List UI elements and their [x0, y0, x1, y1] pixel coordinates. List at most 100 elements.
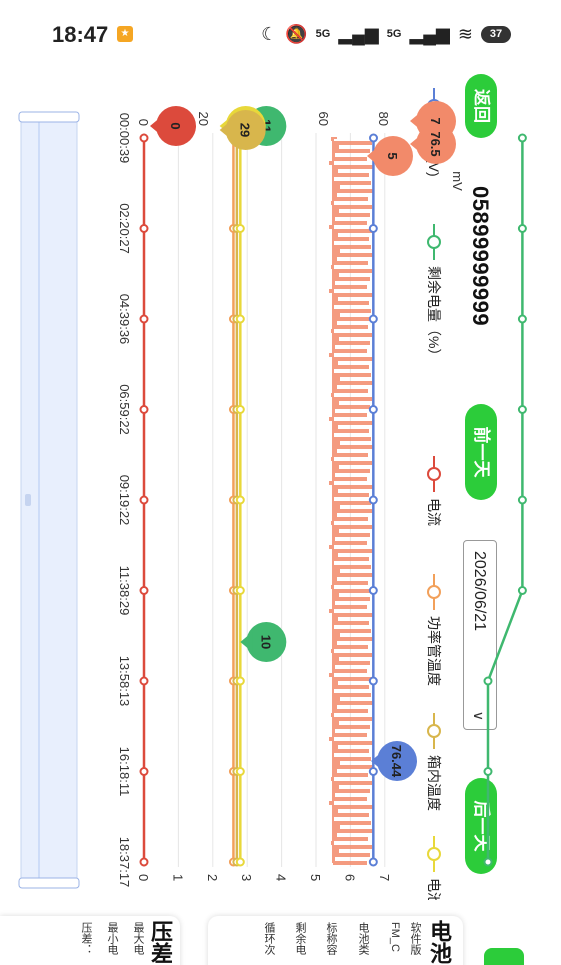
marker-label: 7: [428, 117, 443, 124]
rotated-chart-page: 返回 05899999999 前一天 2026/06/21 ∨ 后一天 电压(V…: [0, 66, 527, 965]
right-axis-tick: 2: [205, 874, 220, 881]
data-point: [483, 767, 493, 776]
marker-label: 29: [238, 123, 253, 137]
battery-card-title: 电池: [427, 920, 452, 964]
data-point: [369, 133, 378, 143]
data-point: [139, 586, 149, 595]
left-axis-tick: 60: [316, 112, 331, 126]
x-axis-tick: 16:18:11: [117, 747, 132, 797]
series-line: [486, 138, 524, 862]
marker-box-temp: 29: [219, 110, 266, 150]
data-point: [483, 676, 493, 686]
data-point: [517, 133, 527, 143]
battery-card-line: 剩余电: [294, 922, 306, 955]
data-point: [368, 857, 378, 867]
battery-card-line: 软件版: [409, 922, 421, 955]
data-point: [139, 314, 149, 324]
line-chart: 020406080mV0123456700:00:3902:20:2704:39…: [18, 101, 527, 889]
data-point: [483, 857, 493, 867]
right-axis-tick: 5: [308, 874, 323, 881]
data-point: [368, 495, 378, 505]
data-point: [139, 676, 149, 686]
battery-card-line: 循环次: [263, 922, 275, 955]
pressure-info-card: 压差 最大电 最小电 压差：: [0, 916, 180, 965]
navigator-handle-left: [18, 111, 80, 123]
data-point: [517, 495, 527, 505]
marker-tail: [240, 632, 253, 652]
data-point: [139, 495, 149, 505]
data-point: [235, 314, 245, 324]
x-axis-tick: 09:19:22: [117, 475, 132, 526]
left-axis-tick: 80: [376, 112, 391, 126]
status-bar: 18:47 ★ ☾ 🔕 5G ▂▄▆ 5G ▂▄▆ ≋ 37: [0, 0, 561, 66]
data-point: [235, 405, 245, 414]
data-point: [139, 224, 149, 233]
signal-5g-icon-2: 5G: [386, 28, 402, 40]
signal-bars-icon-2: ▂▄▆: [409, 23, 450, 44]
marker-label: 5: [385, 152, 400, 159]
battery-card-line: FM_C: [389, 922, 401, 952]
pressure-card-line: 最大电: [132, 922, 144, 955]
signal-5g-icon: 5G: [315, 28, 331, 40]
system-icons: ☾ 🔕 5G ▂▄▆ 5G ▂▄▆ ≋ 37: [261, 22, 511, 46]
mute-icon: 🔕: [285, 23, 308, 44]
left-axis-unit: mV: [450, 171, 465, 191]
data-point: [368, 767, 378, 776]
navigator-handle-right: [18, 877, 80, 889]
battery-info-card: 电池 软件版 FM_C 电池类 标称容 剩余电 循环次: [208, 916, 463, 965]
data-point: [235, 676, 245, 686]
data-point: [368, 405, 378, 414]
data-point: [517, 224, 527, 233]
battery-card-line: 标称容: [325, 922, 337, 955]
data-point: [235, 857, 245, 867]
right-axis-tick: 4: [274, 874, 289, 881]
data-point: [235, 495, 245, 505]
marker-label: 10: [258, 635, 273, 649]
right-axis-tick: 1: [170, 874, 185, 881]
left-axis-tick: 0: [136, 119, 151, 126]
x-axis-tick: 06:59:22: [117, 384, 132, 435]
marker-tail: [150, 116, 162, 136]
data-point: [235, 224, 245, 233]
x-axis-tick: 02:20:27: [117, 203, 132, 254]
data-point: [139, 405, 149, 414]
marker-label: 0: [168, 122, 183, 129]
x-axis-tick: 13:58:13: [117, 656, 132, 707]
data-point: [368, 224, 378, 233]
data-point: [517, 405, 527, 414]
navigator-grip: [25, 494, 31, 506]
right-axis-tick: 3: [239, 874, 254, 881]
x-axis-tick: 00:00:39: [117, 113, 132, 164]
info-section: 电池 软件版 FM_C 电池类 标称容 剩余电 循环次 压差 最大电 最小电 压…: [0, 900, 561, 965]
marker-tail: [410, 111, 422, 131]
pressure-card-line: 压差：: [80, 922, 92, 955]
data-point: [139, 857, 149, 867]
marker-current: 0: [150, 106, 196, 146]
x-axis-tick: 04:39:36: [117, 294, 132, 345]
clock: 18:47: [52, 22, 109, 47]
marker-label: 76.5: [428, 131, 443, 156]
right-axis-tick: 7: [377, 874, 392, 881]
data-point: [368, 586, 378, 595]
signal-bars-icon: ▂▄▆: [338, 23, 379, 44]
marker-label: 76.44: [389, 745, 404, 778]
green-button-edge[interactable]: [484, 948, 524, 965]
data-point: [235, 767, 245, 776]
moon-icon: ☾: [261, 23, 278, 44]
left-axis-tick: 20: [196, 112, 211, 126]
data-point: [139, 133, 149, 143]
battery-icon: 37: [481, 25, 511, 43]
marker-voltage-min: 76.44: [371, 741, 417, 781]
marker-voltage-max: 76.5: [410, 124, 456, 164]
right-axis-tick: 0: [136, 874, 151, 881]
data-point: [368, 314, 378, 324]
pressure-card-line: 最小电: [106, 922, 118, 955]
pressure-card-title: 压差: [148, 920, 173, 964]
x-axis-tick: 11:38:29: [117, 566, 132, 616]
data-point: [517, 586, 527, 595]
wifi-icon: ≋: [457, 23, 473, 44]
x-axis-tick: 18:37:17: [117, 837, 132, 888]
battery-card-line: 电池类: [357, 922, 369, 955]
app-notification-icon: ★: [117, 26, 133, 42]
data-point: [517, 314, 527, 324]
